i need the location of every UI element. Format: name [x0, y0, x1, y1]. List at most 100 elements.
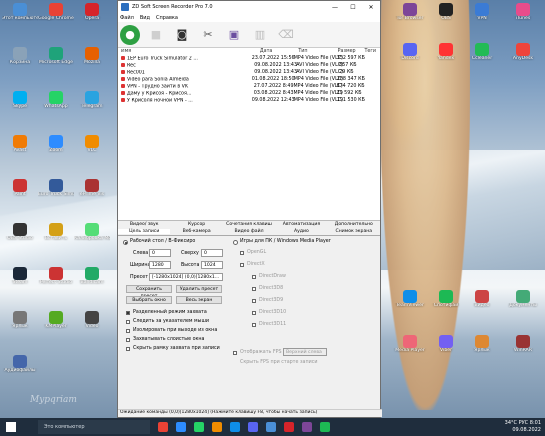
tab[interactable]: Веб-камера: [170, 229, 222, 234]
desktop-icon[interactable]: Корзина: [2, 47, 38, 77]
col-name[interactable]: Имя: [118, 49, 260, 54]
desktop-icon[interactable]: VLC: [74, 135, 110, 165]
radio-games[interactable]: [233, 240, 238, 245]
desktop-icon[interactable]: Discord: [392, 43, 428, 73]
desktop-icon[interactable]: Спотифай: [428, 290, 464, 320]
file-row[interactable]: 1EP Euro Truck Simulator 2 ... 23.07.2022…: [118, 55, 380, 62]
camera-icon[interactable]: ◙: [172, 25, 192, 45]
desktop-icon[interactable]: WinRAR: [505, 335, 541, 365]
option-checkbox[interactable]: [126, 347, 130, 351]
desktop-icon[interactable]: Вставить: [38, 223, 74, 253]
select-window-button[interactable]: Выбрать окно: [126, 296, 172, 304]
desktop-icon[interactable]: OBS Studio: [2, 223, 38, 253]
desktop-icon[interactable]: Tor Browser: [392, 3, 428, 33]
col-type[interactable]: Тип: [298, 49, 337, 54]
menu-file[interactable]: Файл: [120, 15, 134, 21]
file-row[interactable]: Даму у Крисоя - Крисоя... 03.08.2022 8:43…: [118, 90, 380, 97]
taskbar-app-icon[interactable]: [194, 422, 204, 432]
desktop-icon[interactable]: Opera: [74, 3, 110, 33]
desktop-icon[interactable]: VPN: [464, 3, 500, 33]
desktop-icon[interactable]: Bandicam: [74, 267, 110, 297]
desktop-icon[interactable]: Telegram: [74, 91, 110, 121]
desktop-icon[interactable]: OBS: [428, 3, 464, 33]
taskbar-search[interactable]: Это компьютер: [38, 420, 150, 434]
fps-position-select[interactable]: Верхний слева: [283, 348, 327, 356]
desktop-icon[interactable]: Media Player: [392, 335, 428, 365]
tab[interactable]: Видео файл: [223, 229, 275, 234]
desktop-icon[interactable]: Google Chrome: [38, 3, 74, 33]
taskbar-app-icon[interactable]: [248, 422, 258, 432]
menu-view[interactable]: Вид: [140, 15, 150, 21]
left-input[interactable]: 0: [149, 249, 171, 257]
minimize-icon[interactable]: —: [326, 4, 344, 11]
graphics-api-checkbox[interactable]: [252, 323, 256, 327]
graphics-api-checkbox[interactable]: [252, 311, 256, 315]
top-input[interactable]: 0: [201, 249, 223, 257]
col-tags[interactable]: Теги: [358, 49, 380, 54]
option-checkbox[interactable]: [126, 338, 130, 342]
taskbar-app-icon[interactable]: [320, 422, 330, 432]
desktop-icon[interactable]: Калибровка Monitor: [74, 223, 110, 253]
record-icon[interactable]: ●: [120, 24, 140, 45]
graphics-api-checkbox[interactable]: [252, 275, 256, 279]
desktop-icon[interactable]: Perfect Studio: [38, 267, 74, 297]
tab[interactable]: Автоматизация: [275, 222, 327, 227]
tools-icon[interactable]: ✂: [198, 25, 218, 45]
tab[interactable]: Снимок экрана: [328, 229, 380, 234]
col-date[interactable]: Дата: [260, 49, 298, 54]
file-row[interactable]: Video para Sonia Almeida 01.08.2022 18:50…: [118, 76, 380, 83]
radio-desktop[interactable]: [123, 240, 128, 245]
start-icon[interactable]: [6, 422, 16, 432]
trash-icon[interactable]: ⌫: [276, 25, 296, 45]
taskbar-app-icon[interactable]: [158, 422, 168, 432]
clock-date[interactable]: 09.08.2022: [512, 427, 541, 433]
stop-icon[interactable]: ■: [146, 25, 166, 45]
width-input[interactable]: 1280: [149, 261, 171, 269]
tab[interactable]: Видео/ звук: [118, 222, 170, 227]
desktop-icon[interactable]: Avast: [2, 135, 38, 165]
tab[interactable]: Курсор: [170, 222, 222, 227]
option-checkbox[interactable]: [126, 311, 130, 315]
desktop-icon[interactable]: Ярлык: [2, 311, 38, 341]
tab[interactable]: Цель записи: [118, 229, 171, 234]
fps-checkbox[interactable]: [233, 351, 237, 355]
language-indicator[interactable]: РУС: [519, 420, 529, 426]
desktop-icon[interactable]: Ccleaner: [464, 43, 500, 73]
graphics-api-checkbox[interactable]: [252, 299, 256, 303]
preset-select[interactable]: [-1280x1024] (0,0)[1280x1...: [149, 273, 223, 281]
tab[interactable]: Аудио: [275, 229, 327, 234]
taskbar-app-icon[interactable]: [212, 422, 222, 432]
desktop-icon[interactable]: Аудиофайлы: [2, 355, 38, 385]
tab[interactable]: Сочетания клавиш: [223, 222, 275, 227]
taskbar-app-icon[interactable]: [230, 422, 240, 432]
desktop-icon[interactable]: WhatsApp: [38, 91, 74, 121]
desktop-icon[interactable]: AnyDesk: [505, 43, 541, 73]
menu-help[interactable]: Справка: [156, 15, 178, 21]
taskbar-app-icon[interactable]: [284, 422, 294, 432]
desktop-icon[interactable]: Документы: [505, 290, 541, 320]
desktop-icon[interactable]: Yandex: [428, 43, 464, 73]
desktop-icon[interactable]: KMPlayer: [38, 311, 74, 341]
taskbar-app-icon[interactable]: [266, 422, 276, 432]
desktop-icon[interactable]: Mozilla: [74, 47, 110, 77]
desktop-icon[interactable]: TeamViewer: [392, 290, 428, 320]
close-icon[interactable]: ✕: [362, 4, 380, 11]
desktop-icon[interactable]: ePrime Vis: [74, 179, 110, 209]
desktop-icon[interactable]: Skype: [2, 91, 38, 121]
file-row[interactable]: Rec 09.08.2022 13:43 AVI Video File (VLC) 8…: [118, 62, 380, 69]
full-screen-button[interactable]: Весь экран: [176, 296, 222, 304]
file-row[interactable]: У Крисоля ночной VPN - ... 09.08.2022 12:…: [118, 97, 380, 104]
graphics-api-checkbox[interactable]: [252, 287, 256, 291]
col-size[interactable]: Размер: [338, 49, 358, 54]
maximize-icon[interactable]: ☐: [344, 4, 362, 11]
desktop-icon[interactable]: iTunes: [505, 3, 541, 33]
desktop-icon[interactable]: Microsoft Edge: [38, 47, 74, 77]
taskbar-app-icon[interactable]: [176, 422, 186, 432]
taskbar-app-icon[interactable]: [302, 422, 312, 432]
desktop-icon[interactable]: Video: [74, 311, 110, 341]
option-checkbox[interactable]: [126, 320, 130, 324]
height-input[interactable]: 1024: [201, 261, 223, 269]
clock-time[interactable]: 8:01: [530, 420, 541, 426]
tab[interactable]: Дополнительно: [328, 222, 380, 227]
desktop-icon[interactable]: Этот компьютер: [2, 3, 38, 33]
